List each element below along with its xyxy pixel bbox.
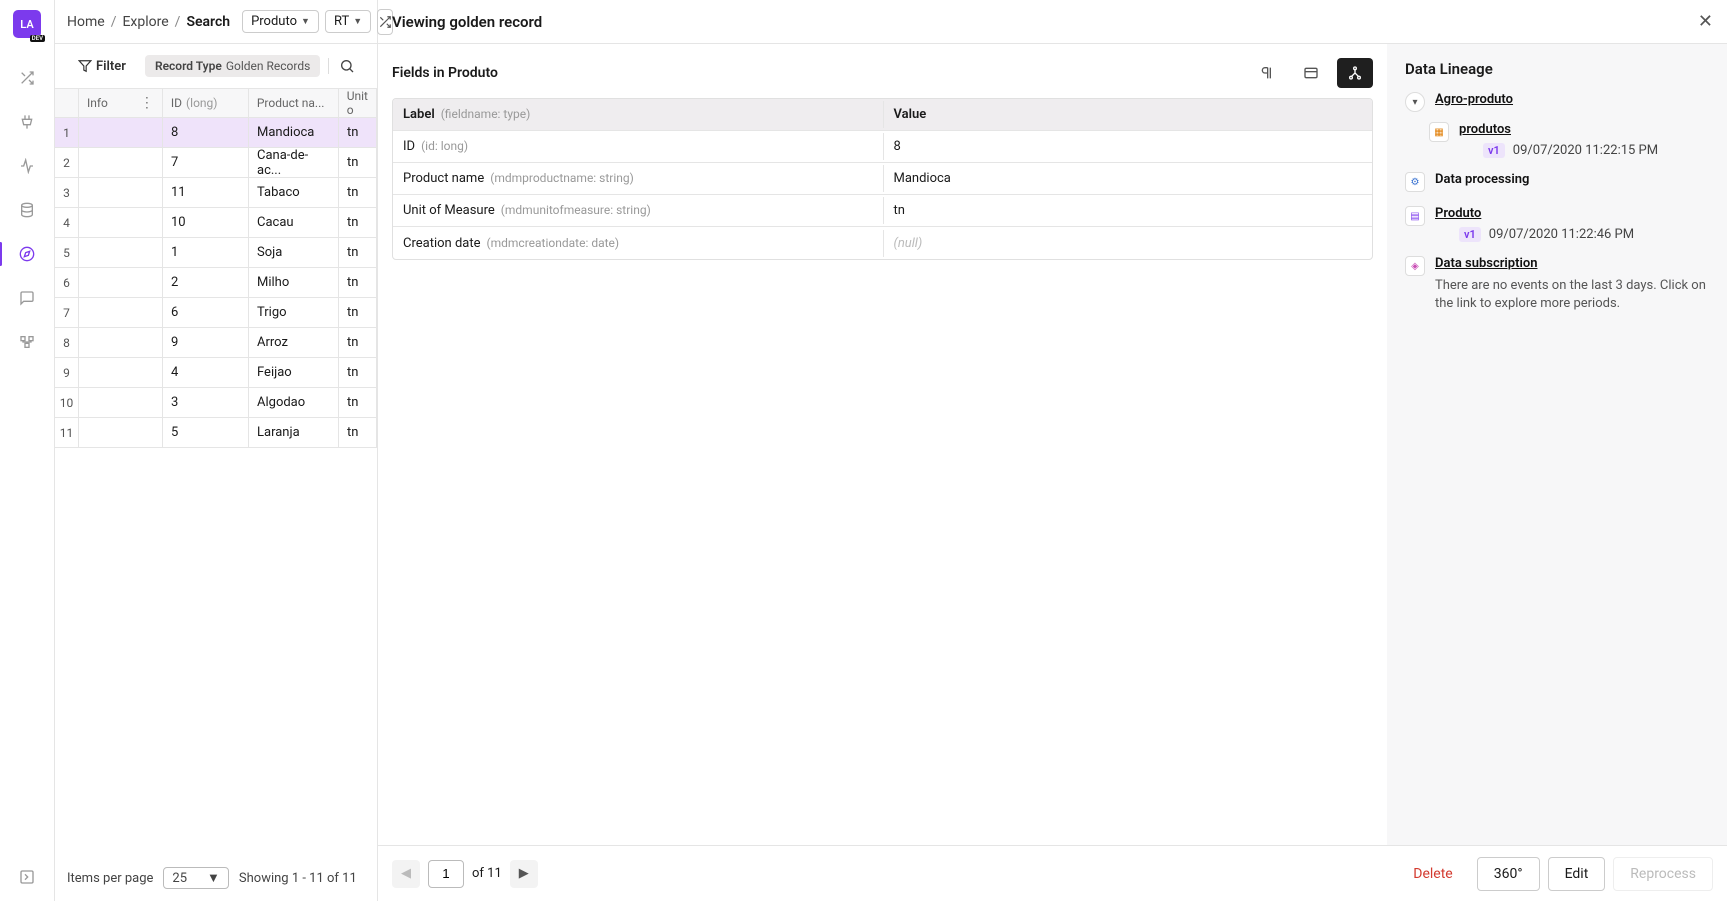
ipp-select[interactable]: 25▼: [163, 867, 229, 889]
filter-bar: Filter Record Type Golden Records: [55, 44, 377, 88]
field-row: Unit of Measure(mdmunitofmeasure: string…: [393, 195, 1372, 227]
filter-chip[interactable]: Record Type Golden Records: [145, 55, 320, 77]
ipp-label: Items per page: [67, 871, 153, 886]
lineage-produtos-link[interactable]: produtos: [1459, 122, 1511, 137]
page-next-icon[interactable]: ▶: [510, 860, 538, 888]
nav-activity-icon[interactable]: [7, 146, 47, 186]
paragraph-icon[interactable]: [1249, 58, 1285, 88]
table-row[interactable]: 89Arroztn: [55, 328, 377, 358]
table-row[interactable]: 103Algodaotn: [55, 388, 377, 418]
version-badge: v1: [1483, 143, 1505, 158]
table-row[interactable]: 115Laranjatn: [55, 418, 377, 448]
detail-footer: ◀ of 11 ▶ Delete 360° Edit Reprocess: [378, 845, 1727, 901]
nav-org-icon[interactable]: [7, 322, 47, 362]
list-pane: Home / Explore / Search Produto▼ RT▼ Fil…: [55, 0, 378, 901]
version-badge: v1: [1459, 227, 1481, 242]
page-prev-icon[interactable]: ◀: [392, 860, 420, 888]
table-icon: ▦: [1429, 122, 1449, 142]
field-row: Creation date(mdmcreationdate: date)(nul…: [393, 227, 1372, 259]
rt-dropdown[interactable]: RT▼: [325, 10, 371, 33]
table-row[interactable]: 62Milhotn: [55, 268, 377, 298]
fields-area: Fields in Produto Label(fieldname: type)…: [378, 44, 1387, 845]
lineage-sub-message: There are no events on the last 3 days. …: [1435, 277, 1709, 313]
nav-database-icon[interactable]: [7, 190, 47, 230]
lineage-agro-link[interactable]: Agro-produto: [1435, 92, 1513, 107]
subscription-icon: ◈: [1405, 256, 1425, 276]
pagination-left: Items per page 25▼ Showing 1 - 11 of 11: [55, 855, 377, 901]
breadcrumb-current: Search: [186, 14, 230, 30]
nav-chat-icon[interactable]: [7, 278, 47, 318]
col-name[interactable]: Product na...: [249, 89, 339, 117]
lineage-subscription-link[interactable]: Data subscription: [1435, 256, 1537, 271]
nav-explore-icon[interactable]: [7, 234, 47, 274]
lineage-title: Data Lineage: [1405, 60, 1709, 78]
breadcrumb: Home / Explore / Search Produto▼ RT▼: [55, 0, 377, 44]
app-sidebar: LADEV: [0, 0, 55, 901]
breadcrumb-explore[interactable]: Explore: [122, 14, 168, 30]
detail-header: Viewing golden record ✕: [378, 0, 1727, 44]
page-input[interactable]: [428, 860, 464, 888]
nav-shuffle-icon[interactable]: [7, 58, 47, 98]
nav-plug-icon[interactable]: [7, 102, 47, 142]
table-row[interactable]: 27Cana-de-ac...tn: [55, 148, 377, 178]
tree-icon[interactable]: [1337, 58, 1373, 88]
lineage-processing: Data processing: [1435, 172, 1529, 187]
detail-title: Viewing golden record: [392, 13, 542, 31]
reprocess-button: Reprocess: [1613, 857, 1713, 891]
delete-button[interactable]: Delete: [1397, 857, 1468, 891]
page-of: of 11: [472, 866, 502, 881]
showing-text: Showing 1 - 11 of 11: [239, 871, 357, 886]
field-table: Label(fieldname: type) Value ID(id: long…: [392, 98, 1373, 260]
table-row[interactable]: 311Tabacotn: [55, 178, 377, 208]
filter-button[interactable]: Filter: [67, 54, 137, 79]
edit-button[interactable]: Edit: [1548, 857, 1606, 891]
product-dropdown[interactable]: Produto▼: [242, 10, 319, 33]
logo[interactable]: LADEV: [13, 10, 41, 38]
filter-icon: [78, 59, 92, 73]
search-icon[interactable]: [328, 58, 355, 74]
lineage-produto-link[interactable]: Produto: [1435, 206, 1481, 221]
lineage-time: 09/07/2020 11:22:46 PM: [1489, 227, 1634, 242]
field-row: ID(id: long)8: [393, 131, 1372, 163]
col-unit[interactable]: Unit o: [339, 89, 377, 117]
col-id[interactable]: ID(long): [163, 89, 249, 117]
data-grid: Info⋮ ID(long) Product na... Unit o 18Ma…: [55, 88, 377, 855]
table-row[interactable]: 51Sojatn: [55, 238, 377, 268]
table-row[interactable]: 18Mandiocatn: [55, 118, 377, 148]
table-row[interactable]: 410Cacautn: [55, 208, 377, 238]
source-icon: ▾: [1405, 92, 1425, 112]
close-icon[interactable]: ✕: [1698, 11, 1713, 32]
nav-expand-icon[interactable]: [7, 857, 47, 897]
card-icon[interactable]: [1293, 58, 1329, 88]
360-button[interactable]: 360°: [1477, 857, 1540, 891]
model-icon: ▤: [1405, 206, 1425, 226]
col-info[interactable]: Info⋮: [79, 89, 163, 117]
table-row[interactable]: 76Trigotn: [55, 298, 377, 328]
field-row: Product name(mdmproductname: string)Mand…: [393, 163, 1372, 195]
table-row[interactable]: 94Feijaotn: [55, 358, 377, 388]
detail-pane: Viewing golden record ✕ Fields in Produt…: [378, 0, 1727, 901]
lineage-time: 09/07/2020 11:22:15 PM: [1513, 143, 1658, 158]
lineage-pane: Data Lineage ▾ Agro-produto ▦ produtos v…: [1387, 44, 1727, 845]
processing-icon: ⚙: [1405, 172, 1425, 192]
fields-section-title: Fields in Produto: [392, 65, 498, 81]
grid-header: Info⋮ ID(long) Product na... Unit o: [55, 88, 377, 118]
main-area: Home / Explore / Search Produto▼ RT▼ Fil…: [55, 0, 1727, 901]
breadcrumb-home[interactable]: Home: [67, 14, 105, 30]
